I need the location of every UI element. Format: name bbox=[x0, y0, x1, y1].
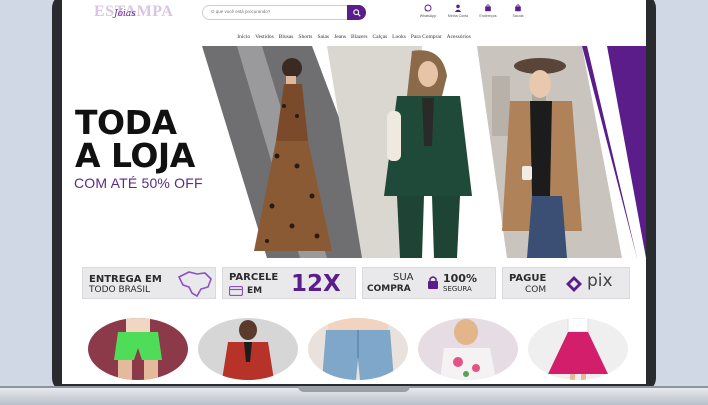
benefits-strip: ENTREGA EM TODO BRASIL PARCELE EM 12X SU… bbox=[62, 262, 646, 302]
category-blusas-image bbox=[440, 319, 496, 380]
nav-item-vestidos[interactable]: Vestidos bbox=[255, 30, 274, 44]
user-icon bbox=[454, 4, 462, 12]
benefit-secure[interactable]: SUA COMPRA 100% SEGURA bbox=[362, 267, 496, 299]
hero-banner[interactable]: TODA A LOJA COM ATÉ 50% OFF bbox=[62, 46, 646, 258]
cart-icon bbox=[515, 4, 521, 12]
nav-item-acessorios[interactable]: Acessórios bbox=[447, 30, 471, 44]
benefit-secure-sua: SUA bbox=[393, 272, 414, 283]
hero-title: TODA A LOJA bbox=[75, 106, 195, 172]
laptop-notch bbox=[298, 386, 410, 392]
account-label: Minha Conta bbox=[447, 14, 469, 18]
whatsapp-link[interactable]: WhatsApp bbox=[416, 4, 440, 18]
benefit-parcele-em: EM bbox=[247, 286, 263, 296]
whatsapp-label: WhatsApp bbox=[419, 14, 437, 18]
benefit-delivery-line1: ENTREGA EM bbox=[89, 274, 162, 285]
nav-item-calcas[interactable]: Calças bbox=[373, 30, 388, 44]
hero-title-line2: A LOJA bbox=[75, 136, 195, 175]
benefit-delivery-line2: TODO BRASIL bbox=[89, 285, 151, 295]
category-shorts[interactable] bbox=[88, 318, 188, 380]
cart-label: Sacola bbox=[512, 14, 524, 18]
addresses-label: Endereços bbox=[479, 14, 497, 18]
lock-icon bbox=[428, 276, 438, 289]
category-blusas[interactable] bbox=[418, 318, 518, 380]
nav-item-inicio[interactable]: Início bbox=[237, 30, 250, 44]
benefit-pix-brand: pix bbox=[587, 271, 613, 291]
nav-item-blazers[interactable]: Blazers bbox=[351, 30, 368, 44]
store-logo-script: Jóias bbox=[114, 9, 136, 19]
whatsapp-icon bbox=[424, 4, 432, 12]
category-saias[interactable] bbox=[528, 318, 628, 380]
hero-subtitle: COM ATÉ 50% OFF bbox=[74, 175, 203, 191]
category-jeans[interactable] bbox=[308, 318, 408, 380]
benefit-delivery[interactable]: ENTREGA EM TODO BRASIL bbox=[82, 267, 216, 299]
benefit-installments[interactable]: PARCELE EM 12X bbox=[222, 267, 356, 299]
nav-item-jeans[interactable]: Jeans bbox=[334, 30, 346, 44]
category-circles bbox=[62, 306, 646, 384]
site-header: ESTAMPA Jóias WhatsApp bbox=[62, 0, 646, 27]
category-blazers-image bbox=[222, 320, 274, 380]
hero-title-line1: TODA bbox=[75, 103, 177, 142]
nav-item-looks[interactable]: Looks bbox=[392, 30, 406, 44]
benefit-secure-percent: 100% bbox=[443, 272, 477, 285]
nav-item-para-comprar[interactable]: Para Comprar bbox=[411, 30, 442, 44]
pix-icon bbox=[566, 276, 582, 292]
search-button[interactable] bbox=[347, 5, 366, 20]
search-icon bbox=[352, 8, 361, 17]
addresses-link[interactable]: Endereços bbox=[476, 4, 500, 18]
category-nav: Início Vestidos Blusas Shorts Saias Jean… bbox=[62, 30, 646, 44]
browser-screen: ESTAMPA Jóias WhatsApp bbox=[62, 0, 646, 384]
nav-item-blusas[interactable]: Blusas bbox=[279, 30, 294, 44]
category-saias-image bbox=[548, 318, 608, 380]
credit-card-icon bbox=[229, 286, 243, 296]
search-input[interactable] bbox=[211, 9, 341, 14]
category-jeans-image bbox=[322, 318, 394, 380]
nav-item-shorts[interactable]: Shorts bbox=[298, 30, 312, 44]
category-blazers[interactable] bbox=[198, 318, 298, 380]
benefit-pix-com: COM bbox=[525, 285, 547, 295]
category-shorts-image bbox=[114, 318, 162, 380]
benefit-parcele-times: 12X bbox=[291, 271, 341, 297]
benefit-pix[interactable]: PAGUE COM pix bbox=[502, 267, 630, 299]
benefit-pix-pague: PAGUE bbox=[509, 273, 547, 284]
benefit-secure-segura: SEGURA bbox=[443, 285, 472, 293]
brazil-map-icon bbox=[177, 271, 212, 298]
benefit-secure-compra: COMPRA bbox=[367, 284, 411, 294]
bag-icon bbox=[485, 4, 491, 12]
account-link[interactable]: Minha Conta bbox=[446, 4, 470, 18]
header-actions: WhatsApp Minha Conta Endereços Sacola bbox=[416, 4, 530, 18]
benefit-parcele-word: PARCELE bbox=[229, 272, 279, 283]
search-bar bbox=[202, 5, 366, 20]
nav-item-saias[interactable]: Saias bbox=[317, 30, 329, 44]
cart-link[interactable]: Sacola bbox=[506, 4, 530, 18]
